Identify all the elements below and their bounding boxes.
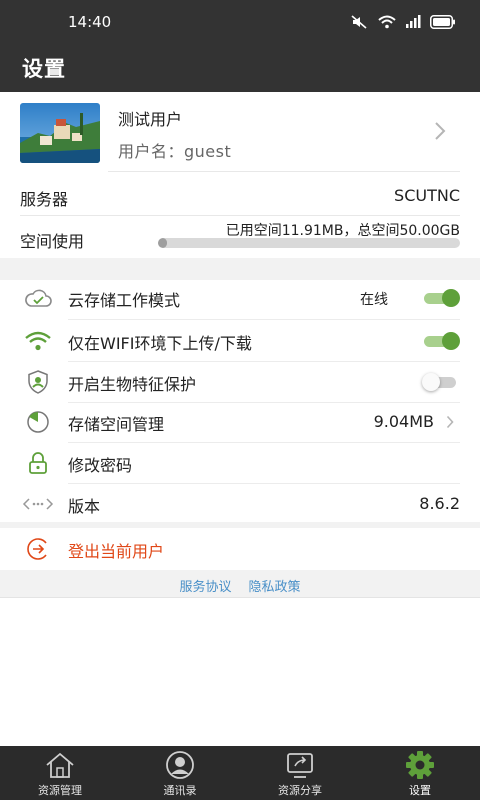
logout-button[interactable]: 登出当前用户 — [0, 528, 480, 570]
privacy-link[interactable]: 隐私政策 — [249, 576, 301, 595]
toggle-knob — [442, 289, 460, 307]
profile-card[interactable]: 测试用户 用户名：guest — [0, 92, 480, 172]
logout-label: 登出当前用户 — [68, 542, 165, 561]
code-icon — [22, 491, 54, 517]
tab-resource-management[interactable]: 资源管理 — [0, 746, 120, 800]
wifi-icon — [378, 15, 396, 29]
biometric-toggle[interactable] — [422, 373, 456, 391]
version-label: 版本 — [68, 497, 101, 516]
bottom-tab-bar: 资源管理 通讯录 资源分享 设置 — [0, 746, 480, 800]
cloud-mode-label: 云存储工作模式 — [68, 291, 181, 310]
server-row: 服务器 SCUTNC — [0, 174, 480, 216]
battery-icon — [430, 15, 455, 29]
wifi-only-toggle[interactable] — [424, 332, 460, 350]
tab-label: 设置 — [409, 784, 431, 797]
divider — [68, 319, 460, 320]
storage-management-label: 存储空间管理 — [68, 415, 165, 434]
storage-label: 空间使用 — [20, 232, 85, 251]
logout-icon — [22, 536, 54, 562]
user-account: 用户名：guest — [118, 142, 232, 161]
signal-icon — [406, 15, 421, 28]
gear-icon — [403, 750, 437, 780]
tab-label: 资源分享 — [278, 784, 322, 797]
app-header: 设置 — [0, 44, 480, 92]
mute-icon — [351, 15, 367, 29]
tab-resource-share[interactable]: 资源分享 — [240, 746, 360, 800]
chevron-right-icon — [446, 415, 454, 429]
biometric-label: 开启生物特征保护 — [68, 375, 197, 394]
tab-contacts[interactable]: 通讯录 — [120, 746, 240, 800]
chevron-right-icon[interactable] — [434, 121, 446, 141]
home-icon — [43, 750, 77, 780]
cloud-icon — [22, 285, 54, 311]
share-icon — [283, 750, 317, 780]
status-bar: 14:40 — [0, 0, 480, 44]
wifi-icon — [22, 328, 54, 354]
section-gap — [0, 258, 480, 280]
avatar — [20, 103, 100, 163]
storage-progress-bar — [158, 238, 460, 248]
server-label: 服务器 — [20, 190, 69, 209]
version-value: 8.6.2 — [419, 494, 460, 513]
status-time: 14:40 — [68, 13, 112, 31]
setting-storage-management[interactable]: 存储空间管理 9.04MB — [0, 402, 480, 442]
storage-progress-fill — [158, 238, 168, 248]
setting-change-password[interactable]: 修改密码 — [0, 443, 480, 483]
pie-chart-icon — [22, 409, 54, 435]
page-title: 设置 — [22, 57, 66, 81]
user-name: 测试用户 — [118, 110, 183, 129]
tab-label: 资源管理 — [38, 784, 82, 797]
server-value: SCUTNC — [394, 186, 460, 205]
toggle-knob — [442, 332, 460, 350]
setting-wifi-only[interactable]: 仅在WIFI环境下上传/下载 — [0, 321, 480, 361]
contact-icon — [163, 750, 197, 780]
wifi-only-label: 仅在WIFI环境下上传/下载 — [68, 334, 252, 353]
toggle-knob — [422, 373, 440, 391]
tab-label: 通讯录 — [163, 784, 197, 797]
shield-user-icon — [22, 369, 54, 395]
storage-management-value: 9.04MB — [373, 412, 434, 431]
divider — [108, 171, 460, 172]
status-icons — [351, 12, 456, 32]
change-password-label: 修改密码 — [68, 456, 133, 475]
cloud-mode-status: 在线 — [360, 292, 388, 308]
cloud-mode-toggle[interactable] — [424, 289, 460, 307]
lock-icon — [22, 450, 54, 476]
legal-links: 服务协议 隐私政策 — [0, 570, 480, 598]
terms-link[interactable]: 服务协议 — [179, 576, 231, 595]
setting-biometric[interactable]: 开启生物特征保护 — [0, 362, 480, 402]
setting-cloud-mode[interactable]: 云存储工作模式 在线 — [0, 278, 480, 318]
setting-version: 版本 8.6.2 — [0, 484, 480, 524]
tab-settings[interactable]: 设置 — [360, 746, 480, 800]
storage-summary: 已用空间11.91MB，总空间50.00GB — [225, 223, 460, 239]
